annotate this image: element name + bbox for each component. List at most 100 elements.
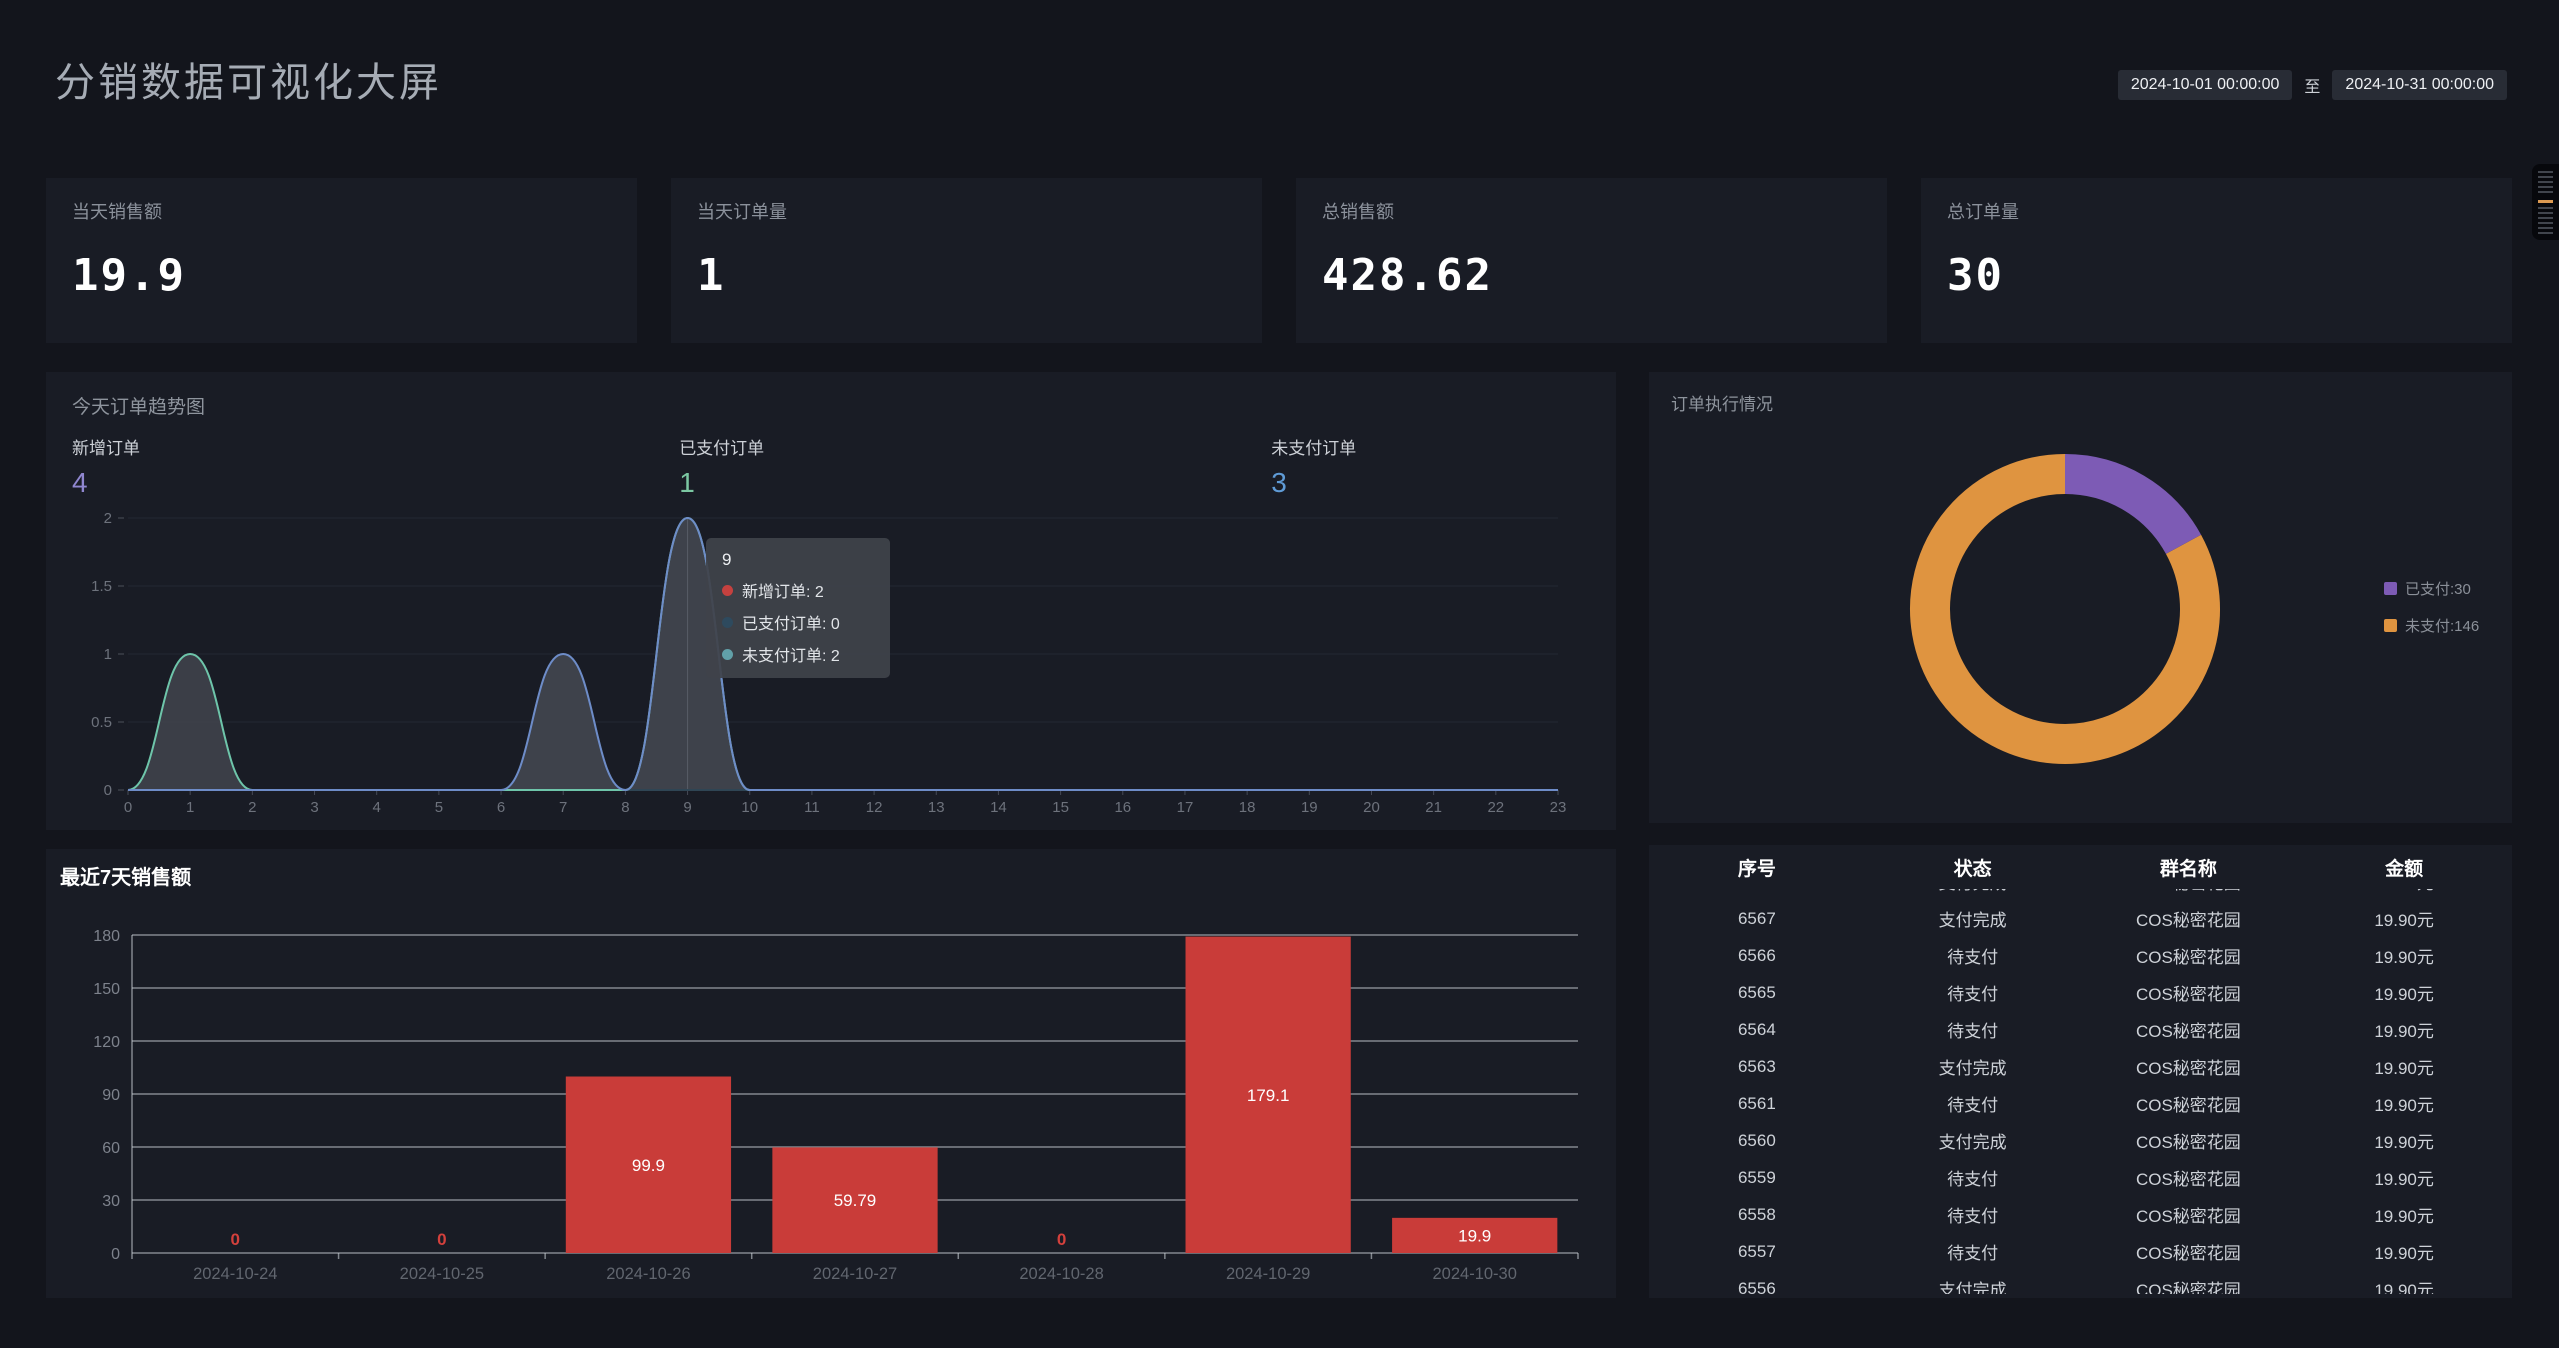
- cell-status: 待支付: [1865, 1091, 2081, 1116]
- trend-stat-label: 未支付订单: [1271, 434, 1590, 459]
- series-dot-icon: [722, 649, 733, 660]
- cell-group: COS秘密花园: [2081, 1017, 2297, 1042]
- svg-text:180: 180: [93, 928, 120, 945]
- cell-status: 待支付: [1865, 1202, 2081, 1227]
- svg-text:17: 17: [1177, 799, 1194, 816]
- table-header-status: 状态: [1865, 854, 2081, 881]
- legend-label: 已支付:30: [2405, 578, 2471, 599]
- cell-id: 6565: [1649, 983, 1865, 1003]
- svg-text:2024-10-26: 2024-10-26: [606, 1265, 690, 1283]
- svg-text:7: 7: [559, 799, 567, 816]
- table-scroll-area[interactable]: 6568支付完成COS秘密花园19.90元6567支付完成COS秘密花园19.9…: [1649, 889, 2512, 1294]
- kpi-label: 总订单量: [1947, 198, 2486, 224]
- svg-text:2024-10-24: 2024-10-24: [193, 1265, 277, 1283]
- cell-amount: 19.90元: [2296, 943, 2512, 968]
- tooltip-title: 9: [722, 550, 874, 570]
- cell-status: 支付完成: [1865, 889, 2081, 894]
- cell-status: 待支付: [1865, 1017, 2081, 1042]
- svg-text:19: 19: [1301, 799, 1318, 816]
- svg-text:1: 1: [104, 646, 112, 663]
- svg-text:2024-10-29: 2024-10-29: [1226, 1265, 1310, 1283]
- table-row: 6564待支付COS秘密花园19.90元: [1649, 1011, 2512, 1048]
- donut-chart-canvas[interactable]: [1649, 372, 2512, 823]
- kpi-label: 当天订单量: [697, 198, 1236, 224]
- series-dot-icon: [722, 617, 733, 628]
- table-header-group: 群名称: [2081, 854, 2297, 881]
- order-execution-panel: 订单执行情况 已支付:30未支付:146: [1649, 372, 2512, 823]
- cell-status: 待支付: [1865, 980, 2081, 1005]
- cell-status: 待支付: [1865, 943, 2081, 968]
- table-row: 6568支付完成COS秘密花园19.90元: [1649, 889, 2512, 900]
- svg-text:60: 60: [102, 1140, 120, 1157]
- svg-text:2024-10-30: 2024-10-30: [1433, 1265, 1517, 1283]
- table-row: 6560支付完成COS秘密花园19.90元: [1649, 1122, 2512, 1159]
- table-header: 序号 状态 群名称 金额: [1649, 845, 2512, 889]
- svg-text:2024-10-28: 2024-10-28: [1019, 1265, 1103, 1283]
- trend-stat-label: 新增订单: [72, 434, 679, 459]
- cell-status: 支付完成: [1865, 906, 2081, 931]
- svg-text:8: 8: [621, 799, 629, 816]
- bar-chart-canvas[interactable]: 030609012015018002024-10-2402024-10-2599…: [46, 889, 1616, 1289]
- date-separator: 至: [2304, 73, 2320, 97]
- tooltip-row: 未支付订单: 2: [722, 642, 874, 666]
- donut-legend: 已支付:30 未支付:146: [2384, 578, 2479, 652]
- stripe-orange-marker: [2538, 200, 2553, 203]
- svg-text:0: 0: [437, 1230, 446, 1249]
- trend-stat: 新增订单4: [72, 434, 679, 499]
- table-row: 6565待支付COS秘密花园19.90元: [1649, 974, 2512, 1011]
- cell-group: COS秘密花园: [2081, 906, 2297, 931]
- date-range: 2024-10-01 00:00:00 至 2024-10-31 00:00:0…: [2118, 70, 2507, 100]
- table-header-id: 序号: [1649, 854, 1865, 881]
- svg-text:0: 0: [111, 1246, 120, 1263]
- cell-group: COS秘密花园: [2081, 1276, 2297, 1294]
- svg-text:2024-10-27: 2024-10-27: [813, 1265, 897, 1283]
- kpi-value: 1: [697, 250, 1236, 301]
- svg-text:4: 4: [373, 799, 381, 816]
- cell-group: COS秘密花园: [2081, 943, 2297, 968]
- cell-status: 待支付: [1865, 1239, 2081, 1264]
- svg-text:13: 13: [928, 799, 945, 816]
- svg-text:14: 14: [990, 799, 1007, 816]
- svg-text:2024-10-25: 2024-10-25: [400, 1265, 484, 1283]
- svg-text:15: 15: [1052, 799, 1069, 816]
- cell-amount: 19.90元: [2296, 1165, 2512, 1190]
- svg-text:23: 23: [1550, 799, 1567, 816]
- order-table-panel: 序号 状态 群名称 金额 6568支付完成COS秘密花园19.90元6567支付…: [1649, 845, 2512, 1298]
- svg-text:18: 18: [1239, 799, 1256, 816]
- legend-item[interactable]: 未支付:146: [2384, 615, 2479, 636]
- kpi-card-total-orders: 总订单量 30: [1921, 178, 2512, 343]
- svg-text:21: 21: [1425, 799, 1442, 816]
- cell-group: COS秘密花园: [2081, 1091, 2297, 1116]
- svg-text:6: 6: [497, 799, 505, 816]
- cell-group: COS秘密花园: [2081, 1128, 2297, 1153]
- cell-amount: 19.90元: [2296, 889, 2512, 894]
- svg-text:0: 0: [124, 799, 132, 816]
- cell-id: 6556: [1649, 1279, 1865, 1295]
- cell-amount: 19.90元: [2296, 1017, 2512, 1042]
- svg-text:2: 2: [104, 512, 112, 527]
- cell-amount: 19.90元: [2296, 1054, 2512, 1079]
- cell-amount: 19.90元: [2296, 1276, 2512, 1294]
- table-row: 6563支付完成COS秘密花园19.90元: [1649, 1048, 2512, 1085]
- svg-text:0.5: 0.5: [91, 714, 112, 731]
- chart-tooltip: 9 新增订单: 2已支付订单: 0未支付订单: 2: [706, 538, 890, 678]
- cell-id: 6564: [1649, 1020, 1865, 1040]
- table-rows: 6568支付完成COS秘密花园19.90元6567支付完成COS秘密花园19.9…: [1649, 889, 2512, 1294]
- svg-text:22: 22: [1487, 799, 1504, 816]
- legend-swatch-icon: [2384, 619, 2397, 632]
- svg-text:5: 5: [435, 799, 443, 816]
- date-start-input[interactable]: 2024-10-01 00:00:00: [2118, 70, 2293, 100]
- stripe-block-top: [2538, 171, 2553, 196]
- kpi-value: 428.62: [1322, 250, 1861, 301]
- kpi-label: 总销售额: [1322, 198, 1861, 224]
- date-end-input[interactable]: 2024-10-31 00:00:00: [2332, 70, 2507, 100]
- legend-item[interactable]: 已支付:30: [2384, 578, 2479, 599]
- kpi-card-today-orders: 当天订单量 1: [671, 178, 1262, 343]
- table-row: 6561待支付COS秘密花园19.90元: [1649, 1085, 2512, 1122]
- table-header-amount: 金额: [2296, 854, 2512, 881]
- svg-text:1: 1: [186, 799, 194, 816]
- svg-text:0: 0: [1057, 1230, 1066, 1249]
- edge-scroll-widget[interactable]: [2532, 164, 2559, 240]
- cell-group: COS秘密花园: [2081, 1202, 2297, 1227]
- bar-panel-title: 最近7天销售额: [60, 861, 191, 890]
